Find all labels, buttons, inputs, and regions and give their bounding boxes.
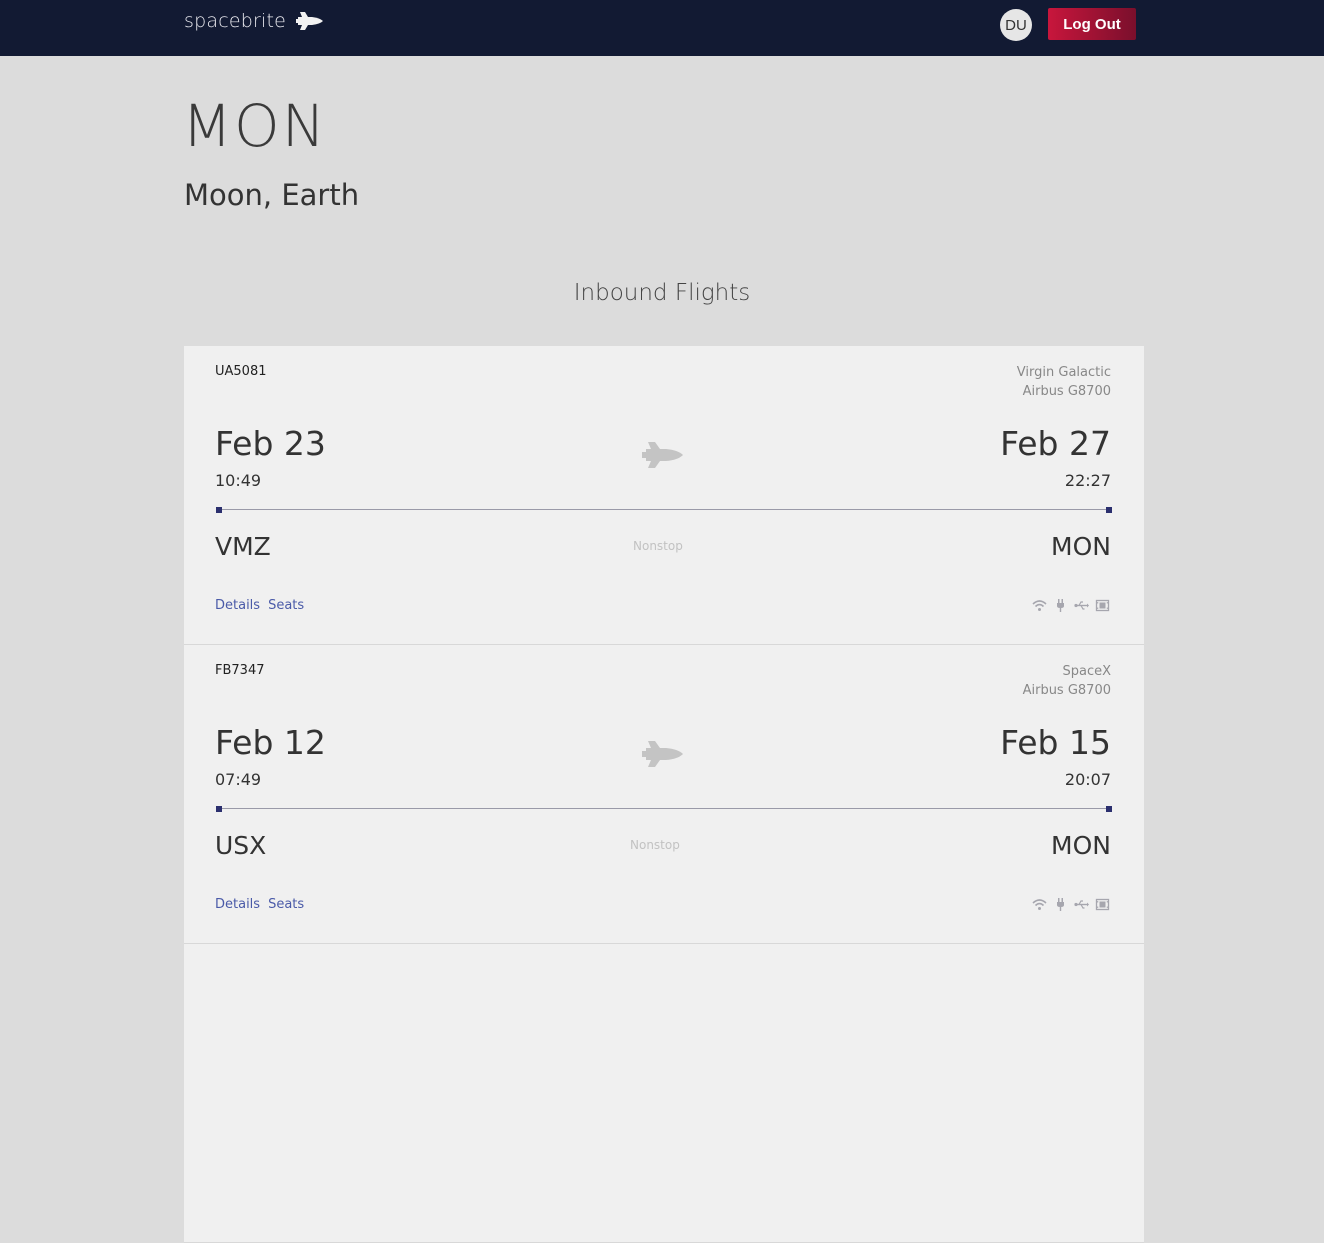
operator-name: Virgin Galactic — [1016, 365, 1111, 380]
wifi-icon — [1032, 599, 1047, 612]
location-name: Moon, Earth — [184, 178, 360, 212]
film-icon — [1095, 599, 1110, 612]
location-code-title: MON — [182, 92, 328, 160]
operator-name: SpaceX — [1062, 664, 1111, 679]
departure-date: Feb 12 — [215, 723, 326, 762]
flight-number: UA5081 — [215, 364, 267, 379]
space-shuttle-icon — [642, 741, 683, 767]
section-title: Inbound Flights — [573, 280, 751, 306]
flight-actions: Details Seats — [215, 598, 304, 613]
arrival-time: 20:07 — [1064, 770, 1111, 789]
flight-card-partial — [184, 944, 1144, 1243]
wifi-icon — [1032, 898, 1047, 911]
user-avatar[interactable]: DU — [1000, 9, 1032, 41]
destination-code: MON — [1051, 532, 1111, 561]
route-line — [216, 808, 1112, 809]
top-navigation-bar: spacebrite DU Log Out — [0, 0, 1324, 56]
stops-label: Nonstop — [633, 539, 683, 553]
arrival-date: Feb 15 — [1000, 723, 1111, 762]
arrival-date: Feb 27 — [1000, 424, 1111, 463]
route-start-marker — [216, 806, 222, 812]
arrival-time: 22:27 — [1064, 471, 1111, 490]
departure-time: 10:49 — [215, 471, 262, 490]
route-end-marker — [1106, 507, 1112, 513]
carrier-info: SpaceX Airbus G8700 — [1023, 662, 1111, 700]
usb-icon — [1074, 599, 1089, 612]
flight-list: UA5081 Virgin Galactic Airbus G8700 Feb … — [184, 346, 1144, 1243]
aircraft-model: Airbus G8700 — [1022, 683, 1111, 698]
departure-date: Feb 23 — [215, 424, 326, 463]
origin-code: VMZ — [215, 532, 271, 561]
space-shuttle-icon — [296, 12, 324, 30]
power-plug-icon — [1053, 898, 1068, 911]
amenity-icons — [1032, 898, 1110, 911]
route-end-marker — [1106, 806, 1112, 812]
details-link[interactable]: Details — [215, 598, 260, 613]
seats-link[interactable]: Seats — [268, 598, 304, 613]
route-start-marker — [216, 507, 222, 513]
origin-code: USX — [215, 831, 267, 860]
flight-card: FB7347 SpaceX Airbus G8700 Feb 12 07:49 … — [184, 645, 1144, 944]
brand-logo[interactable]: spacebrite — [184, 10, 324, 32]
flight-card: UA5081 Virgin Galactic Airbus G8700 Feb … — [184, 346, 1144, 645]
film-icon — [1095, 898, 1110, 911]
amenity-icons — [1032, 599, 1110, 612]
usb-icon — [1074, 898, 1089, 911]
departure-time: 07:49 — [215, 770, 262, 789]
brand-name: spacebrite — [184, 10, 287, 32]
flight-number: FB7347 — [215, 663, 265, 678]
destination-code: MON — [1051, 831, 1111, 860]
carrier-info: Virgin Galactic Airbus G8700 — [1017, 363, 1111, 401]
space-shuttle-icon — [642, 442, 683, 468]
logout-button[interactable]: Log Out — [1048, 8, 1136, 40]
flight-actions: Details Seats — [215, 897, 304, 912]
details-link[interactable]: Details — [215, 897, 260, 912]
aircraft-model: Airbus G8700 — [1022, 384, 1111, 399]
power-plug-icon — [1053, 599, 1068, 612]
route-line — [216, 509, 1112, 510]
stops-label: Nonstop — [630, 838, 680, 852]
seats-link[interactable]: Seats — [268, 897, 304, 912]
